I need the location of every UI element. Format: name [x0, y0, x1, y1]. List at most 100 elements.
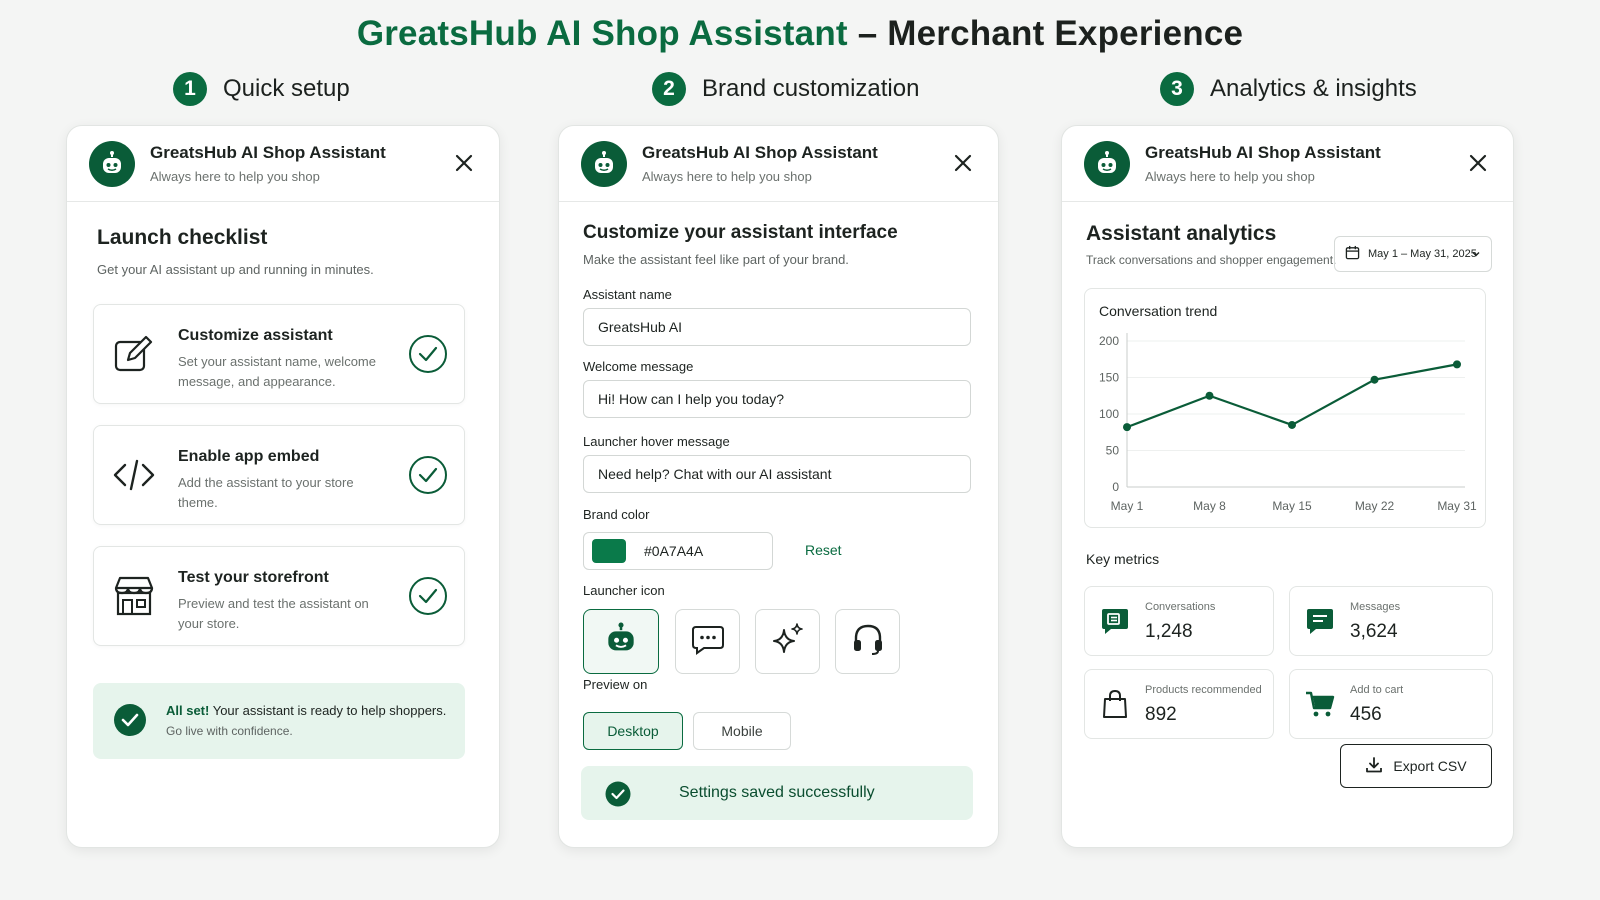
brand-color-picker[interactable]: #0A7A4A [583, 532, 773, 570]
calendar-icon [1345, 245, 1360, 263]
metric-label: Add to cart [1350, 684, 1404, 696]
close-icon[interactable] [453, 152, 475, 174]
widget-subtitle: Always here to help you shop [1145, 169, 1315, 184]
data-point [1453, 360, 1461, 369]
x-tick-label: May 8 [1193, 499, 1226, 513]
x-tick-label: May 22 [1355, 499, 1395, 513]
customize-subtitle: Make the assistant feel like part of you… [583, 252, 849, 267]
trend-chart-svg: 0 50 100 150 200 May 1 May 8 May 15 May 22 May 31 [1099, 333, 1477, 513]
y-tick-label: 200 [1099, 334, 1119, 348]
x-tick-label: May 1 [1111, 499, 1144, 513]
chat-bubble-icon [690, 621, 726, 662]
metric-value: 3,624 [1350, 621, 1398, 642]
chevron-down-icon [1471, 249, 1481, 262]
widget-header: GreatsHub AI Shop Assistant Always here … [1062, 126, 1513, 202]
code-icon [112, 453, 156, 497]
step-number: 3 [1160, 72, 1194, 106]
data-point [1288, 420, 1296, 429]
page-title-rest: – Merchant Experience [847, 14, 1244, 53]
launcher-option-sparkles[interactable] [755, 609, 820, 674]
ready-banner: All set! Your assistant is ready to help… [93, 683, 465, 759]
date-range-picker[interactable]: May 1 – May 31, 2025 [1334, 236, 1492, 272]
step-label: Analytics & insights [1210, 75, 1417, 102]
check-circle-icon [408, 334, 448, 374]
launcher-option-robot[interactable] [583, 609, 659, 674]
welcome-message-input[interactable]: Hi! How can I help you today? [583, 380, 971, 418]
widget-title: GreatsHub AI Shop Assistant [150, 143, 386, 162]
settings-saved-text: Settings saved successfully [679, 784, 875, 801]
brand-color-label: Brand color [583, 507, 650, 522]
step-label: Brand customization [702, 75, 920, 102]
checklist-item-desc: Add the assistant to your store theme. [178, 475, 354, 510]
close-icon[interactable] [952, 152, 974, 174]
data-point [1370, 375, 1379, 384]
step-number: 2 [652, 72, 686, 106]
metric-products-recommended: Products recommended 892 [1084, 669, 1274, 739]
launcher-icon-label: Launcher icon [583, 583, 665, 598]
metric-label: Conversations [1145, 601, 1216, 613]
analytics-title: Assistant analytics [1086, 222, 1277, 245]
shopping-bag-icon [1099, 688, 1131, 720]
page-title: GreatsHub AI Shop Assistant – Merchant E… [0, 14, 1600, 54]
step-number: 1 [173, 72, 207, 106]
ready-banner-bold: All set! [166, 703, 210, 718]
ready-banner-text: Your assistant is ready to help shoppers… [209, 703, 447, 718]
widget-title: GreatsHub AI Shop Assistant [642, 143, 878, 162]
checklist-item-title: Test your storefront [178, 569, 329, 586]
robot-icon [89, 140, 135, 187]
preview-desktop-button[interactable]: Desktop [583, 712, 683, 750]
assistant-name-input[interactable]: GreatsHub AI [583, 308, 971, 346]
checklist-item[interactable]: Test your storefront Preview and test th… [93, 546, 465, 646]
export-csv-label: Export CSV [1393, 758, 1467, 774]
conversation-trend-chart: Conversation trend 0 50 100 150 200 May 1 May … [1084, 288, 1486, 528]
conversation-icon [1099, 605, 1131, 637]
metric-conversations: Conversations 1,248 [1084, 586, 1274, 656]
ready-banner-line2: Go live with confidence. [166, 724, 293, 738]
checklist-item[interactable]: Enable app embed Add the assistant to yo… [93, 425, 465, 525]
color-swatch[interactable] [592, 539, 626, 563]
robot-icon [1084, 140, 1130, 187]
check-filled-icon [113, 703, 147, 737]
data-point [1205, 391, 1214, 400]
cart-icon [1304, 688, 1336, 720]
hover-message-input[interactable]: Need help? Chat with our AI assistant [583, 455, 971, 493]
brand-color-hex: #0A7A4A [644, 543, 704, 559]
preview-mobile-button[interactable]: Mobile [693, 712, 791, 750]
assistant-name-label: Assistant name [583, 287, 672, 302]
checklist-item[interactable]: Customize assistant Set your assistant n… [93, 304, 465, 404]
widget-subtitle: Always here to help you shop [642, 169, 812, 184]
brand-customization-panel: GreatsHub AI Shop Assistant Always here … [558, 125, 999, 848]
analytics-subtitle: Track conversations and shopper engageme… [1086, 253, 1337, 267]
widget-title: GreatsHub AI Shop Assistant [1145, 143, 1381, 162]
check-circle-icon [408, 576, 448, 616]
welcome-message-label: Welcome message [583, 359, 694, 374]
export-csv-button[interactable]: Export CSV [1340, 744, 1492, 788]
y-tick-label: 50 [1106, 444, 1120, 458]
checklist-title: Launch checklist [97, 226, 268, 249]
metric-value: 1,248 [1145, 621, 1193, 642]
step-1: 1 Quick setup [173, 72, 350, 106]
launcher-option-chat[interactable] [675, 609, 740, 674]
widget-header: GreatsHub AI Shop Assistant Always here … [67, 126, 499, 202]
check-filled-icon [605, 781, 631, 807]
metric-value: 892 [1145, 704, 1177, 725]
page-title-brand: GreatsHub AI Shop Assistant [356, 14, 848, 53]
checklist-item-desc: Set your assistant name, welcome message… [178, 354, 376, 389]
y-tick-label: 150 [1099, 371, 1119, 385]
launcher-option-headset[interactable] [835, 609, 900, 674]
reset-color-link[interactable]: Reset [805, 542, 842, 558]
ready-banner-line1: All set! Your assistant is ready to help… [166, 703, 446, 718]
settings-saved-toast: Settings saved successfully [581, 766, 973, 820]
step-3: 3 Analytics & insights [1160, 72, 1417, 106]
x-tick-label: May 15 [1272, 499, 1312, 513]
metric-add-to-cart: Add to cart 456 [1289, 669, 1493, 739]
headset-icon [850, 621, 886, 662]
key-metrics-label: Key metrics [1086, 551, 1160, 567]
metric-value: 456 [1350, 704, 1382, 725]
customize-title: Customize your assistant interface [583, 222, 898, 243]
close-icon[interactable] [1467, 152, 1489, 174]
analytics-panel: GreatsHub AI Shop Assistant Always here … [1061, 125, 1514, 848]
edit-icon [112, 332, 156, 376]
robot-icon [602, 620, 640, 663]
sparkles-icon [770, 621, 806, 662]
